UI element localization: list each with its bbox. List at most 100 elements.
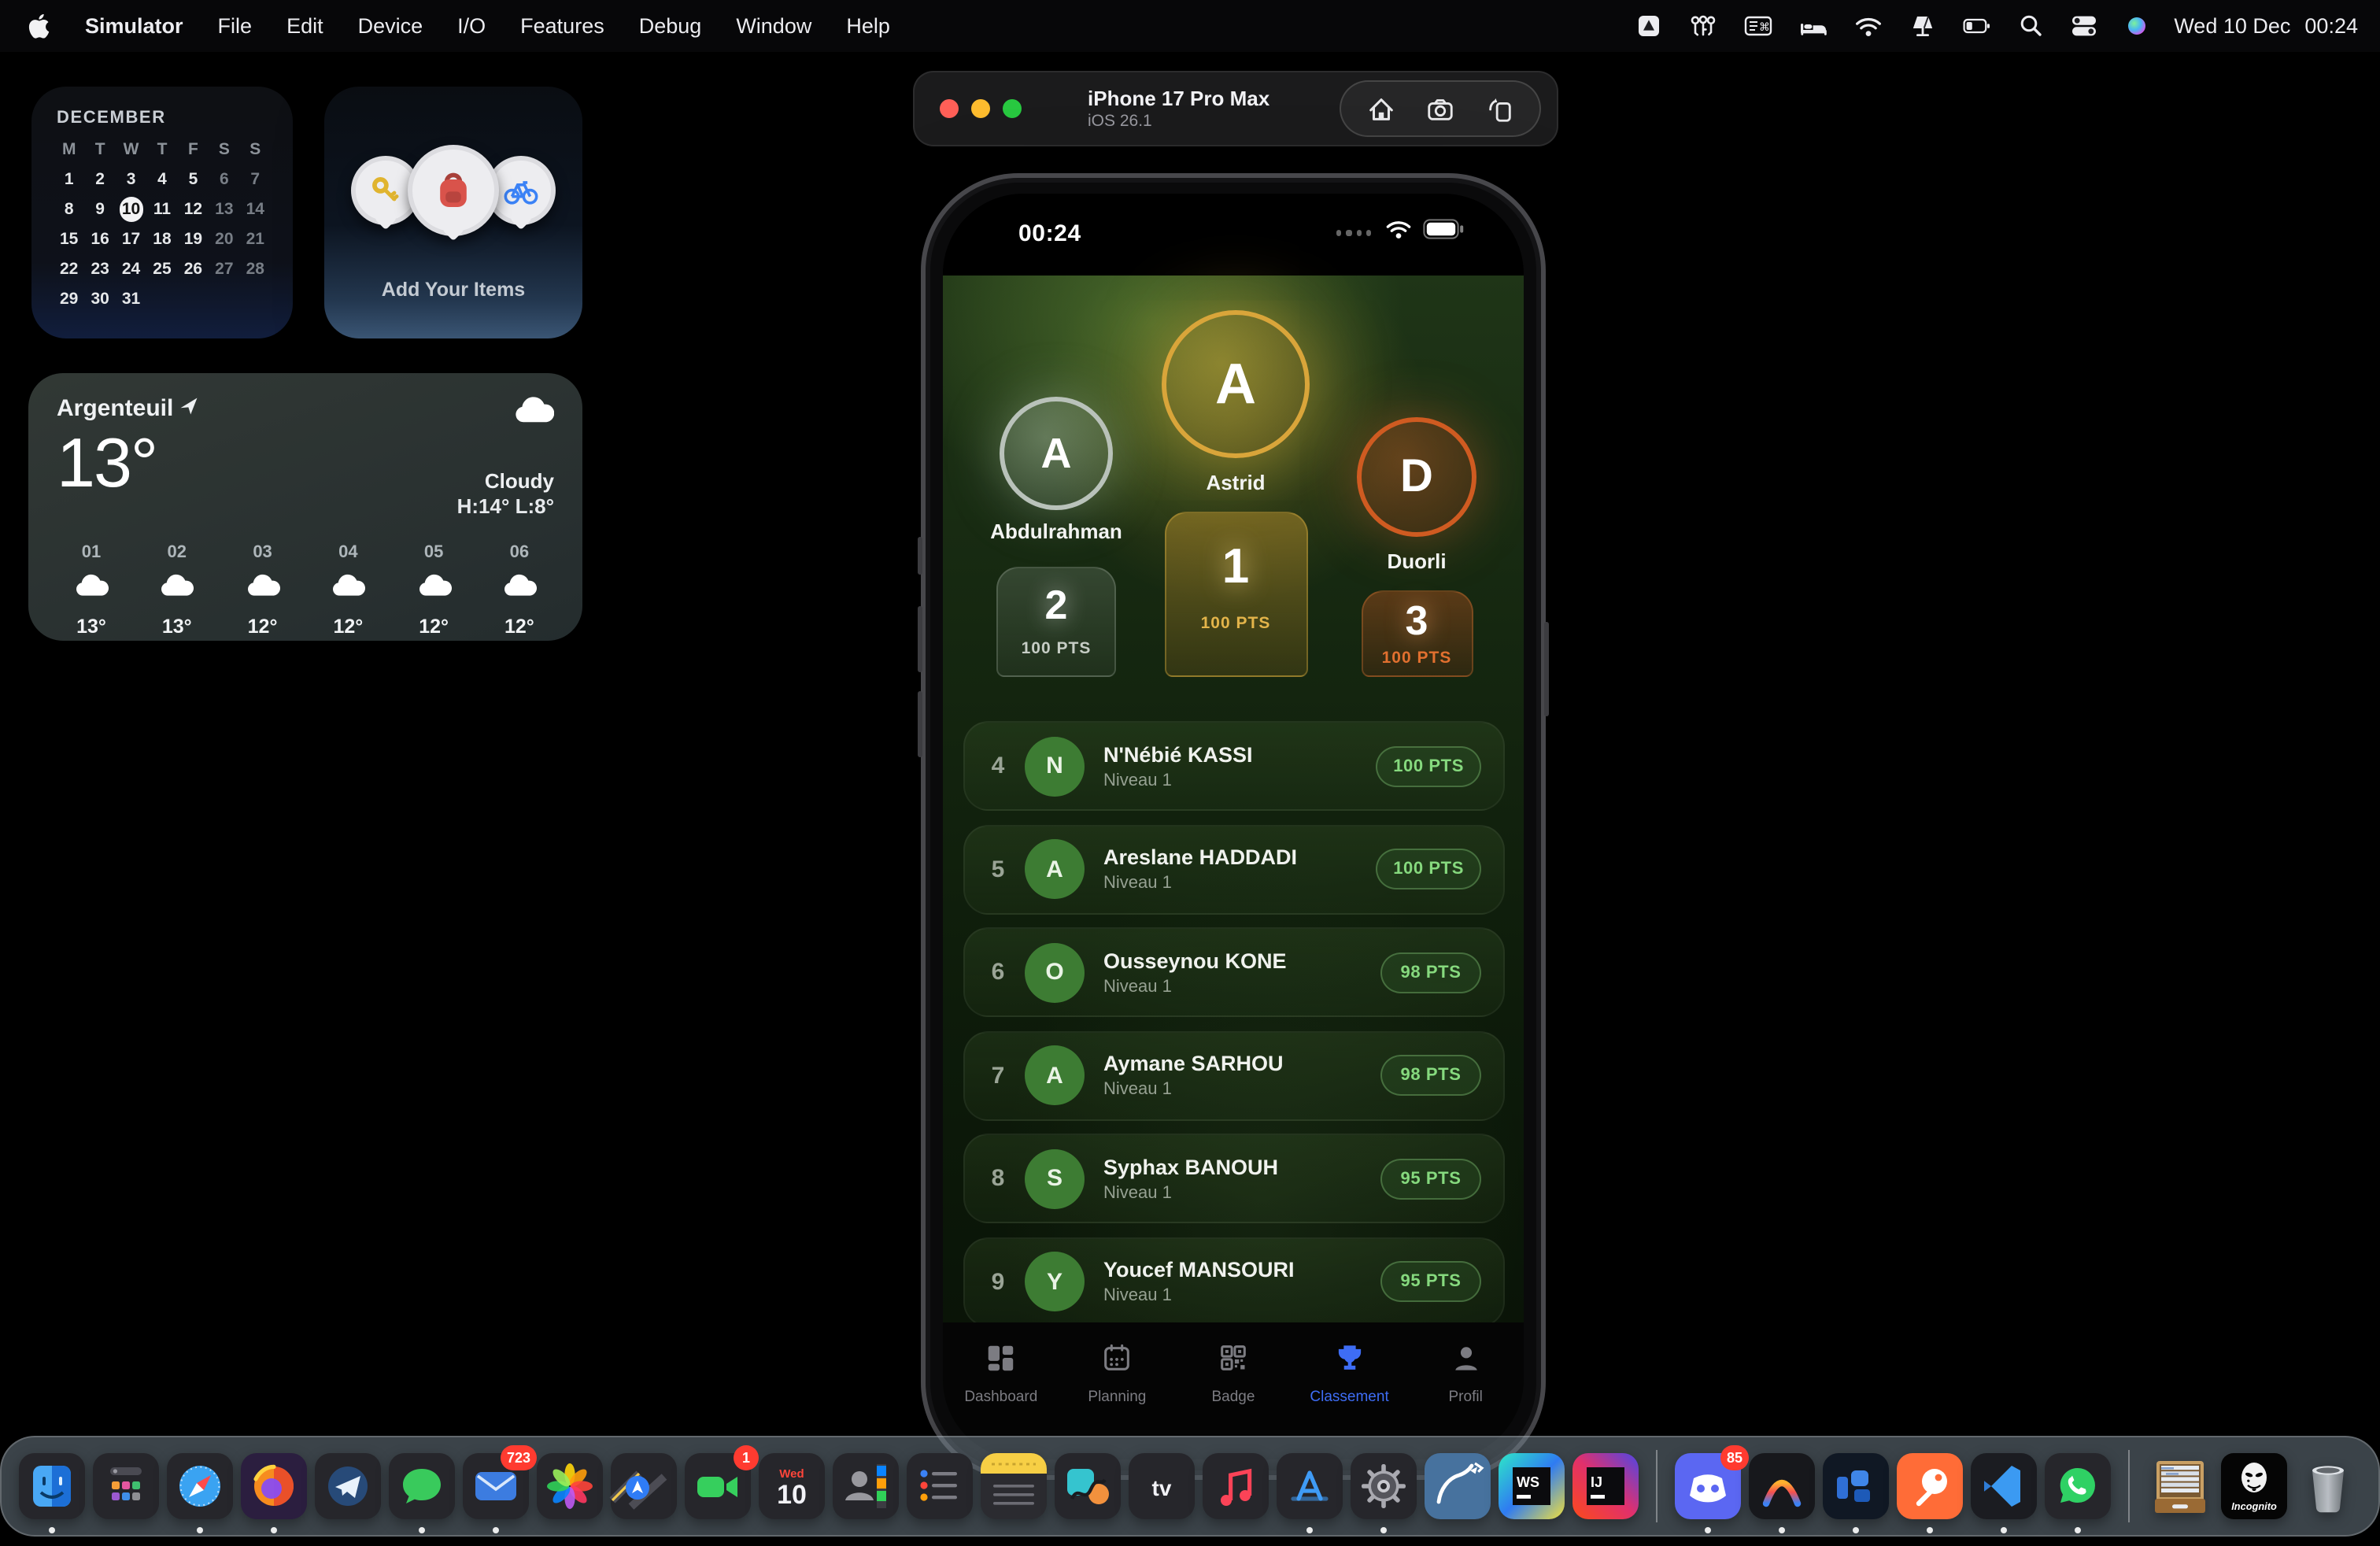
finder-icon[interactable] (17, 1452, 87, 1521)
mail-icon[interactable]: 723 (461, 1452, 530, 1521)
weather-hour-label: 04 (338, 543, 358, 562)
discord-icon[interactable]: 85 (1673, 1452, 1743, 1521)
incognito-icon[interactable]: Incognito (2219, 1452, 2289, 1521)
leaderboard-row[interactable]: 7AAymane SARHOUNiveau 198 PTS (963, 1030, 1505, 1120)
podium-block: 2100 PTS (996, 567, 1116, 677)
leaderboard-row[interactable]: 6OOusseynou KONENiveau 198 PTS (963, 927, 1505, 1017)
telegram-icon[interactable] (313, 1452, 382, 1521)
window-controls (940, 99, 1022, 118)
home-icon[interactable] (1366, 94, 1396, 124)
gradient-a-app-icon[interactable] (1747, 1452, 1816, 1521)
leaderboard-rank: 7 (984, 1062, 1012, 1089)
menu-edit[interactable]: Edit (286, 14, 323, 38)
phone-wifi-icon (1385, 219, 1412, 247)
tab-label: Profil (1449, 1389, 1483, 1406)
menu-bar-time[interactable]: 00:24 (2304, 14, 2358, 38)
adguard-icon[interactable] (1635, 14, 1662, 38)
menu-window[interactable]: Window (736, 14, 811, 38)
display-lamp-icon[interactable] (1909, 14, 1936, 38)
siri-icon[interactable] (2125, 14, 2149, 38)
calendar-icon[interactable]: Wed10 (757, 1452, 826, 1521)
appletv-icon[interactable]: tv (1127, 1452, 1196, 1521)
facetime-icon[interactable]: 1 (683, 1452, 752, 1521)
zoom-button[interactable] (1003, 99, 1022, 118)
postman-icon[interactable] (1895, 1452, 1964, 1521)
dock-separator (1656, 1450, 1658, 1522)
intellij-icon[interactable]: IJ (1571, 1452, 1640, 1521)
whatsapp-icon[interactable] (2043, 1452, 2112, 1521)
close-button[interactable] (940, 99, 959, 118)
webstorm-icon[interactable]: WS (1497, 1452, 1566, 1521)
weather-hour-temp: 13° (162, 616, 192, 638)
notes-icon[interactable] (979, 1452, 1048, 1521)
mysql-workbench-icon[interactable] (1423, 1452, 1492, 1521)
bed-icon[interactable] (1799, 14, 1828, 38)
freeform-icon[interactable] (1053, 1452, 1122, 1521)
reminders-icon[interactable] (905, 1452, 974, 1521)
leaderboard-name: Aymane SARHOU (1103, 1052, 1380, 1075)
weather-widget[interactable]: Argenteuil 13° Cloudy H:14° L:8° 0113°02… (28, 373, 582, 641)
photos-icon[interactable] (535, 1452, 604, 1521)
podium-bronze[interactable]: DDuorli3100 PTS (1357, 417, 1476, 677)
appstore-icon[interactable] (1275, 1452, 1344, 1521)
safari-icon[interactable] (165, 1452, 235, 1521)
control-center-icon[interactable] (2070, 14, 2098, 38)
weather-hour-temp: 13° (76, 616, 106, 638)
leaderboard-level: Niveau 1 (1103, 1286, 1380, 1305)
settings-icon[interactable] (1349, 1452, 1418, 1521)
messages-icon[interactable] (387, 1452, 456, 1521)
menu-io[interactable]: I/O (457, 14, 486, 38)
weather-hour-temp: 12° (248, 616, 278, 638)
menu-debug[interactable]: Debug (639, 14, 702, 38)
maps-icon[interactable] (609, 1452, 678, 1521)
apple-menu-icon[interactable] (28, 13, 50, 39)
svg-text:10: 10 (777, 1480, 807, 1510)
file-cabinet-icon[interactable] (2145, 1452, 2215, 1521)
leaderboard-row[interactable]: 5AAreslane HADDADINiveau 1100 PTS (963, 824, 1505, 914)
contacts-icon[interactable] (831, 1452, 900, 1521)
blue-blocks-app-icon[interactable] (1821, 1452, 1890, 1521)
leaderboard-row[interactable]: 9YYoucef MANSOURINiveau 195 PTS (963, 1237, 1505, 1326)
leaderboard-row[interactable]: 8SSyphax BANOUHNiveau 195 PTS (963, 1134, 1505, 1223)
podium-points: 100 PTS (1022, 639, 1092, 658)
calendar-day-header: W (116, 137, 146, 161)
podium-silver[interactable]: AAbdulrahman2100 PTS (996, 397, 1116, 677)
weather-hour-label: 06 (510, 543, 530, 562)
points-badge: 95 PTS (1380, 1158, 1481, 1199)
shortcuts-card-icon[interactable]: ⌘ (1744, 14, 1772, 38)
calendar-widget[interactable]: DECEMBER MTWTFSS123456789101112131415161… (31, 87, 293, 338)
notification-badge: 723 (501, 1445, 537, 1470)
menu-bar-date[interactable]: Wed 10 Dec (2174, 14, 2290, 38)
keys-icon[interactable] (1689, 14, 1717, 38)
find-my-widget[interactable]: Add Your Items (324, 87, 582, 338)
weather-hour-label: 03 (253, 543, 272, 562)
calendar-day (209, 287, 239, 311)
active-app-name[interactable]: Simulator (85, 14, 183, 38)
screenshot-icon[interactable] (1425, 94, 1456, 124)
launchpad-icon[interactable] (91, 1452, 161, 1521)
menu-features[interactable]: Features (520, 14, 604, 38)
minimize-button[interactable] (971, 99, 990, 118)
search-icon[interactable] (2018, 14, 2043, 38)
cellular-signal-icon (1337, 231, 1372, 235)
menu-help[interactable]: Help (846, 14, 890, 38)
menu-file[interactable]: File (218, 14, 253, 38)
leaderboard-row[interactable]: 4NN'Nébié KASSINiveau 1100 PTS (963, 721, 1505, 811)
notification-badge: 85 (1720, 1445, 1749, 1470)
wifi-icon[interactable] (1854, 15, 1883, 37)
notification-badge: 1 (734, 1445, 759, 1470)
running-indicator (1705, 1527, 1711, 1533)
battery-icon[interactable] (1963, 14, 1991, 38)
vscode-icon[interactable] (1969, 1452, 2038, 1521)
music-icon[interactable] (1201, 1452, 1270, 1521)
trash-icon[interactable] (2293, 1452, 2363, 1521)
simulator-toolbar (1340, 80, 1541, 137)
rotate-icon[interactable] (1484, 94, 1514, 124)
podium-gold[interactable]: AAstrid1100 PTS (1162, 310, 1310, 677)
leaderboard-level: Niveau 1 (1103, 874, 1376, 893)
svg-text:WS: WS (1517, 1474, 1539, 1490)
cloud-icon (513, 395, 554, 431)
simulator-titlebar[interactable]: iPhone 17 Pro Max iOS 26.1 (913, 71, 1558, 146)
menu-device[interactable]: Device (358, 14, 423, 38)
firefox-icon[interactable] (239, 1452, 309, 1521)
